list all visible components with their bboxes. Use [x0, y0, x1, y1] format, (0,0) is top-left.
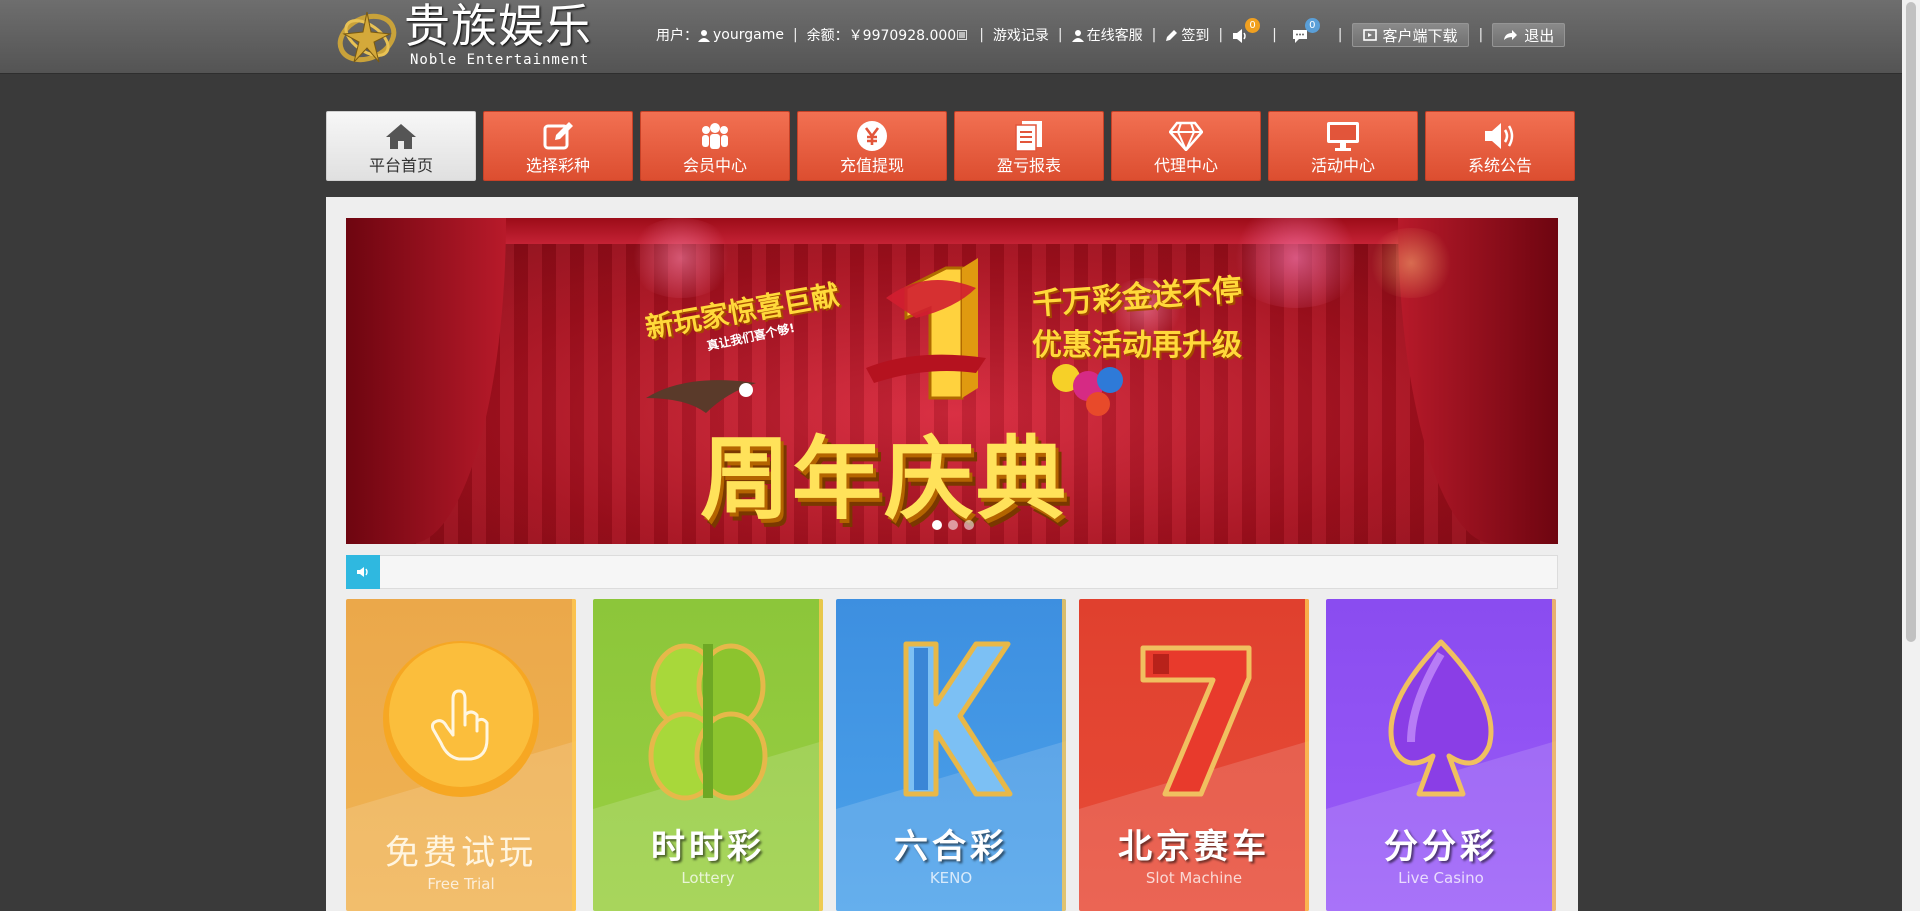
letter-k-icon	[836, 629, 1066, 809]
message-button[interactable]: 0	[1292, 18, 1320, 46]
user-toolbar: 用户： yourgame | 余额： ￥9970928.000 | 游戏记录 |…	[656, 18, 1566, 48]
pencil-icon	[1165, 29, 1178, 42]
users-icon	[699, 120, 731, 152]
card-subtitle: Lottery	[681, 869, 735, 887]
nav-label: 会员中心	[682, 156, 747, 175]
chat-icon	[1292, 30, 1307, 43]
main-nav: 平台首页 选择彩种 会员中心 充值提现 盈亏报表 代理中心 活动中心 系统公告	[326, 111, 1578, 181]
nav-deposit-withdraw[interactable]: 充值提现	[797, 111, 947, 181]
nav-label: 活动中心	[1310, 156, 1375, 175]
user-icon	[698, 29, 710, 42]
nav-system-notice[interactable]: 系统公告	[1425, 111, 1575, 181]
card-subtitle: Free Trial	[427, 875, 495, 893]
top-header: 贵族娱乐 Noble Entertainment 用户： yourgame | …	[0, 0, 1902, 74]
carousel-dot[interactable]	[932, 520, 942, 530]
hand-pointer-icon	[346, 629, 576, 809]
nav-label: 代理中心	[1153, 156, 1218, 175]
firework	[626, 218, 736, 298]
nav-label: 系统公告	[1467, 156, 1532, 175]
nav-member-center[interactable]: 会员中心	[640, 111, 790, 181]
number-eight-icon	[593, 629, 823, 809]
logo-subtitle: Noble Entertainment	[410, 52, 590, 68]
speaker-icon	[1483, 120, 1517, 152]
logout-label: 退出	[1524, 26, 1555, 45]
separator: |	[1478, 27, 1484, 43]
carousel-dots	[932, 520, 974, 530]
number-seven-icon	[1079, 629, 1309, 809]
notice-marquee	[346, 555, 1558, 589]
balance-label: 余额：	[806, 28, 849, 44]
download-icon	[1362, 29, 1377, 41]
nav-label: 充值提现	[839, 156, 904, 175]
card-lottery[interactable]: 时时彩 Lottery	[593, 599, 823, 911]
edit-icon	[542, 120, 574, 152]
home-icon	[385, 120, 417, 152]
nav-activity-center[interactable]: 活动中心	[1268, 111, 1418, 181]
online-service-link[interactable]: 在线客服	[1087, 25, 1143, 45]
card-minute-lottery[interactable]: 分分彩 Live Casino	[1326, 599, 1556, 911]
card-free-trial[interactable]: 免费试玩 Free Trial	[346, 599, 576, 911]
report-icon	[1014, 120, 1044, 152]
carousel-dot[interactable]	[964, 520, 974, 530]
main-panel: 新玩家惊喜巨献 真让我们喜个够! 千万彩金送不停 优惠活动再升级 周年庆典 免费…	[326, 197, 1578, 911]
refresh-balance-icon[interactable]	[957, 30, 968, 40]
card-subtitle: Live Casino	[1398, 869, 1484, 887]
banner-right-line2: 优惠活动再升级	[1032, 328, 1242, 363]
notice-speaker-icon	[346, 555, 380, 589]
client-download-button[interactable]: 客户端下载	[1351, 23, 1469, 47]
card-mark-six[interactable]: 六合彩 KENO	[836, 599, 1066, 911]
logout-button[interactable]: 退出	[1492, 23, 1566, 47]
user-label: 用户：	[656, 28, 698, 44]
monitor-icon	[1326, 120, 1360, 152]
speaker-icon	[1233, 29, 1246, 43]
card-beijing-racing[interactable]: 北京赛车 Slot Machine	[1079, 599, 1309, 911]
nav-label: 选择彩种	[525, 156, 590, 175]
separator: |	[1218, 27, 1224, 43]
site-logo[interactable]: 贵族娱乐 Noble Entertainment	[334, 0, 591, 70]
card-title: 北京赛车	[1118, 827, 1270, 867]
separator: |	[1057, 27, 1063, 43]
firework	[1366, 228, 1456, 298]
card-title: 分分彩	[1384, 827, 1498, 867]
nav-agent-center[interactable]: 代理中心	[1111, 111, 1261, 181]
nav-profit-report[interactable]: 盈亏报表	[954, 111, 1104, 181]
balance-value: ￥9970928.000	[848, 28, 957, 44]
diamond-icon	[1169, 120, 1203, 152]
banner-main-title: 周年庆典	[700, 427, 1068, 532]
logo-emblem-icon	[337, 11, 397, 63]
card-title: 免费试玩	[385, 833, 537, 873]
message-count-badge: 0	[1304, 18, 1320, 33]
share-arrow-icon	[1504, 30, 1518, 40]
card-subtitle: KENO	[929, 869, 973, 887]
username: yourgame	[713, 27, 784, 43]
nav-select-lottery[interactable]: 选择彩种	[483, 111, 633, 181]
carousel-dot[interactable]	[948, 520, 958, 530]
game-cards: 免费试玩 Free Trial 时时彩 Lottery 六合彩 KENO 北京赛…	[346, 599, 1558, 911]
yen-icon	[856, 120, 888, 152]
separator: |	[792, 27, 798, 43]
card-subtitle: Slot Machine	[1145, 869, 1243, 887]
promo-banner[interactable]: 新玩家惊喜巨献 真让我们喜个够! 千万彩金送不停 优惠活动再升级 周年庆典	[346, 218, 1558, 544]
sign-in-link[interactable]: 签到	[1181, 25, 1209, 45]
spade-icon	[1326, 629, 1556, 809]
service-icon	[1071, 29, 1084, 42]
card-title: 时时彩	[651, 827, 765, 867]
separator: |	[1272, 27, 1277, 43]
nav-home[interactable]: 平台首页	[326, 111, 476, 181]
separator: |	[979, 27, 984, 43]
nav-label: 盈亏报表	[996, 156, 1061, 175]
client-download-label: 客户端下载	[1382, 26, 1458, 45]
scrollbar-thumb[interactable]	[1906, 2, 1916, 642]
logo-title: 贵族娱乐	[404, 0, 592, 53]
card-title: 六合彩	[894, 827, 1008, 867]
separator: |	[1151, 27, 1157, 43]
number-one-graphic	[866, 258, 986, 400]
separator: |	[1337, 27, 1343, 43]
nav-label: 平台首页	[368, 156, 433, 175]
page-scrollbar[interactable]	[1902, 0, 1920, 911]
game-records-link[interactable]: 游戏记录	[993, 25, 1049, 45]
notice-count-badge: 0	[1245, 18, 1261, 33]
notice-button[interactable]: 0	[1232, 18, 1261, 46]
